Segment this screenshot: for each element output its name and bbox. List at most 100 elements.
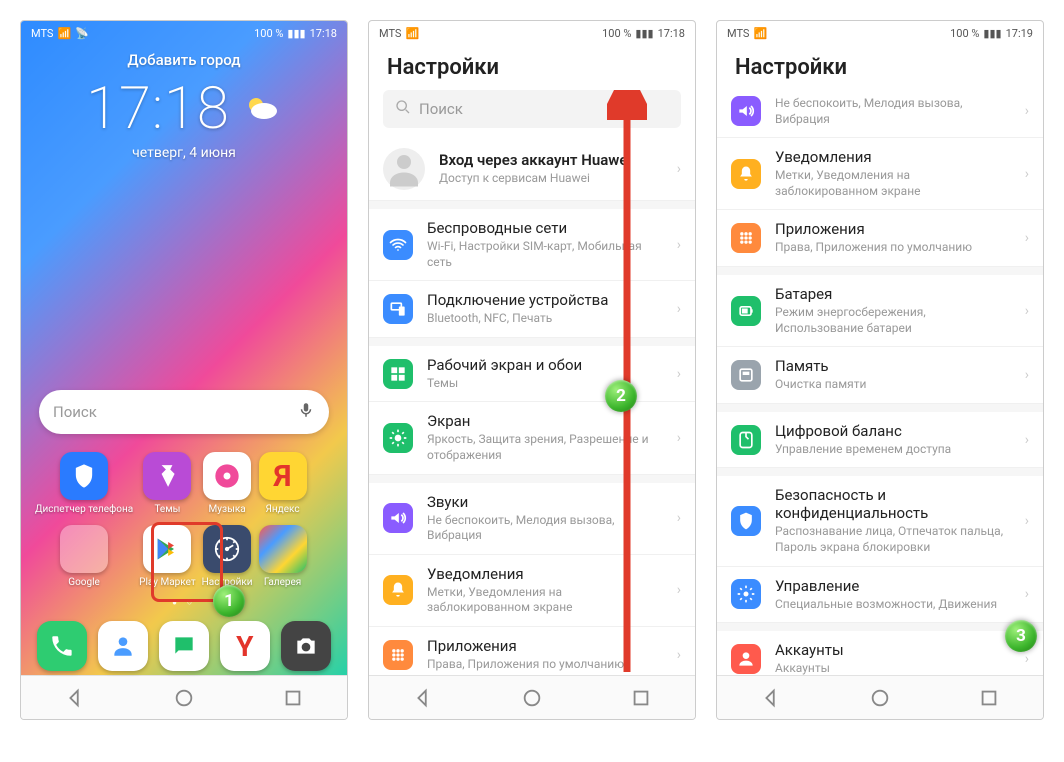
manage-icon (731, 579, 761, 609)
nav-back[interactable] (412, 687, 434, 709)
nav-home[interactable] (521, 687, 543, 709)
app-play-store[interactable]: Play Маркет (139, 525, 196, 588)
settings-title: Настройки (369, 45, 695, 90)
chevron-right-icon: › (1025, 432, 1029, 448)
row-sub: Bluetooth, NFC, Печать (427, 311, 663, 327)
row-manage[interactable]: УправлениеСпециальные возможности, Движе… (717, 567, 1043, 624)
chevron-right-icon: › (677, 430, 681, 446)
row-title: Уведомления (775, 148, 1011, 166)
row-title: Вход через аккаунт Huawei (439, 151, 663, 169)
app-google-folder[interactable]: Google (35, 525, 133, 588)
chevron-right-icon: › (677, 582, 681, 598)
signal-icon: 📶 (753, 27, 767, 40)
accounts-icon (731, 644, 761, 674)
chevron-right-icon: › (677, 301, 681, 317)
app-phone-manager[interactable]: Диспетчер телефона (35, 452, 133, 515)
row-title: Приложения (427, 637, 663, 655)
clock-widget[interactable]: 17:18 (86, 75, 230, 143)
security-icon (731, 506, 761, 536)
row-sub: Не беспокоить, Мелодия вызова, Вибрация (775, 96, 1011, 127)
row-title: Аккаунты (775, 641, 1011, 659)
app-gallery[interactable]: Галерея (259, 525, 307, 588)
row-digital[interactable]: Цифровой балансУправление временем досту… (717, 412, 1043, 469)
dock-phone[interactable] (35, 621, 90, 671)
nav-bar (369, 675, 695, 719)
nav-back[interactable] (64, 687, 86, 709)
row-sub: Метки, Уведомления на заблокированном эк… (775, 168, 1011, 199)
row-accounts[interactable]: АккаунтыАккаунты› (717, 631, 1043, 675)
app-settings[interactable]: Настройки (202, 525, 253, 588)
row-title: Уведомления (427, 565, 663, 583)
carrier-label: MTS (379, 27, 401, 40)
battery-pct: 100 % (602, 27, 631, 40)
dock-browser[interactable]: Y (217, 621, 272, 671)
row-sound[interactable]: ЗвукиНе беспокоить, Мелодия вызова, Вибр… (717, 90, 1043, 138)
battery-icon (731, 296, 761, 326)
row-notif[interactable]: Уведомления Метки, Уведомления на заблоки… (717, 138, 1043, 210)
row-huawei-account[interactable]: Вход через аккаунт Huawei Доступ к серви… (369, 138, 695, 201)
page-indicator: ● ○ (21, 596, 347, 613)
settings-title: Настройки (717, 45, 1043, 90)
status-bar: MTS 📶 100 % ▮▮▮ 17:19 (717, 21, 1043, 45)
dock-messages[interactable] (157, 621, 212, 671)
date-label: четверг, 4 июня (39, 145, 329, 161)
row-devices[interactable]: Подключение устройстваBluetooth, NFC, Пе… (369, 281, 695, 338)
row-title: Приложения (775, 220, 1011, 238)
nav-back[interactable] (760, 687, 782, 709)
nav-home[interactable] (173, 687, 195, 709)
nav-bar (717, 675, 1043, 719)
row-storage[interactable]: ПамятьОчистка памяти› (717, 347, 1043, 404)
nav-recent[interactable] (630, 687, 652, 709)
row-battery[interactable]: БатареяРежим энергосбережения, Использов… (717, 275, 1043, 347)
apps-icon (383, 640, 413, 670)
status-time: 17:18 (310, 27, 337, 40)
status-bar: MTS 📶 📡 100 % ▮▮▮ 17:18 (21, 21, 347, 45)
notif-icon (383, 575, 413, 605)
wifi-icon (383, 230, 413, 260)
chevron-right-icon: › (677, 161, 681, 177)
status-time: 17:19 (1006, 27, 1033, 40)
row-apps[interactable]: ПриложенияПрава, Приложения по умолчанию… (717, 210, 1043, 267)
row-sub: Очистка памяти (775, 377, 1011, 393)
chevron-right-icon: › (1025, 513, 1029, 529)
home-icon (383, 359, 413, 389)
nav-recent[interactable] (282, 687, 304, 709)
dock-contacts[interactable] (96, 621, 151, 671)
devices-icon (383, 294, 413, 324)
weather-icon[interactable] (242, 89, 282, 129)
phone-settings-top: MTS 📶 100 % ▮▮▮ 17:18 Настройки Поиск Вх… (368, 20, 696, 720)
app-yandex[interactable]: Я Яндекс (259, 452, 307, 515)
search-placeholder: Поиск (53, 403, 297, 421)
search-placeholder: Поиск (419, 100, 463, 118)
row-home[interactable]: Рабочий экран и обоиТемы› (369, 346, 695, 403)
step-badge-3: 3 (1005, 620, 1037, 652)
step-badge-1: 1 (213, 585, 245, 617)
add-city-label[interactable]: Добавить город (39, 51, 329, 69)
battery-pct: 100 % (950, 27, 979, 40)
row-title: Звуки (427, 493, 663, 511)
wifi-icon: 📡 (75, 27, 89, 40)
chevron-right-icon: › (1025, 303, 1029, 319)
row-sound[interactable]: ЗвукиНе беспокоить, Мелодия вызова, Вибр… (369, 483, 695, 555)
app-themes[interactable]: Темы (139, 452, 196, 515)
row-apps[interactable]: ПриложенияПрава, Приложения по умолчанию… (369, 627, 695, 675)
mic-icon[interactable] (297, 401, 315, 423)
signal-icon: 📶 (57, 27, 71, 40)
nav-home[interactable] (869, 687, 891, 709)
chevron-right-icon: › (1025, 367, 1029, 383)
row-notif[interactable]: УведомленияМетки, Уведомления на заблоки… (369, 555, 695, 627)
row-security[interactable]: Безопасность и конфиденциальностьРаспозн… (717, 476, 1043, 566)
nav-recent[interactable] (978, 687, 1000, 709)
row-display[interactable]: ЭкранЯркость, Защита зрения, Разрешение … (369, 402, 695, 474)
home-search[interactable]: Поиск (39, 390, 329, 434)
settings-search[interactable]: Поиск (383, 90, 681, 128)
chevron-right-icon: › (677, 237, 681, 253)
row-title: Цифровой баланс (775, 422, 1011, 440)
row-sub: Режим энергосбережения, Использование ба… (775, 305, 1011, 336)
row-wifi[interactable]: Беспроводные сетиWi-Fi, Настройки SIM-ка… (369, 209, 695, 281)
battery-icon: ▮▮▮ (635, 27, 653, 40)
status-bar: MTS 📶 100 % ▮▮▮ 17:18 (369, 21, 695, 45)
chevron-right-icon: › (1025, 586, 1029, 602)
app-music[interactable]: Музыка (202, 452, 253, 515)
dock-camera[interactable] (278, 621, 333, 671)
